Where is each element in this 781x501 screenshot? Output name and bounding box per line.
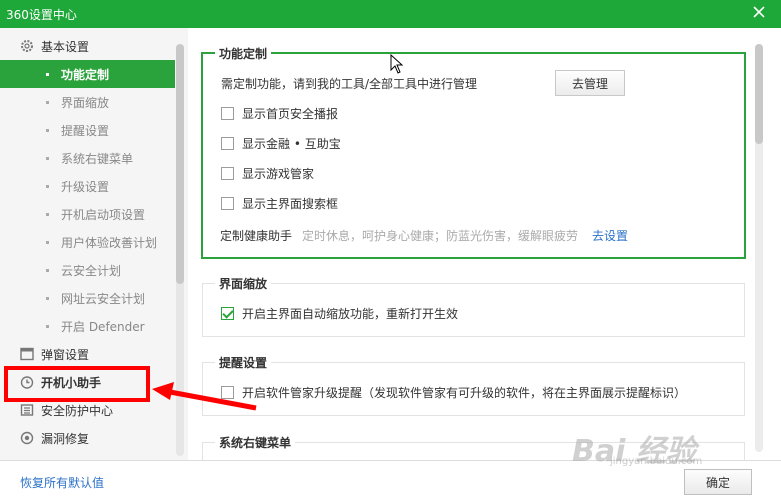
- sidebar-section-basic[interactable]: 基本设置: [0, 33, 175, 59]
- gear-icon: [21, 40, 33, 52]
- option-game-manager[interactable]: 显示游戏管家: [221, 165, 314, 182]
- title-bar: 360设置中心: [0, 0, 781, 28]
- ok-button[interactable]: 确定: [684, 469, 752, 495]
- main-scroll-thumb[interactable]: [755, 44, 763, 144]
- sidebar-item-label: 界面缩放: [61, 95, 110, 110]
- sidebar-item-ui-zoom[interactable]: 界面缩放: [0, 88, 175, 116]
- feature-custom-group: 功能定制 需定制功能，请到我的工具/全部工具中进行管理 去管理 显示首页安全播报…: [201, 45, 746, 259]
- bullet: [46, 156, 49, 160]
- sidebar-section-label: 安全防护中心: [41, 403, 114, 418]
- group-title: 界面缩放: [215, 275, 272, 292]
- checkbox[interactable]: [221, 107, 234, 120]
- sidebar-item-label: 系统右键菜单: [61, 151, 134, 166]
- bullet: [46, 212, 49, 216]
- building-icon: [20, 404, 34, 416]
- bullet: [46, 184, 49, 188]
- sidebar-item-feature-custom[interactable]: 功能定制: [0, 60, 175, 88]
- sidebar-section-popup[interactable]: 弹窗设置: [0, 341, 175, 367]
- option-label: 显示游戏管家: [242, 167, 315, 181]
- remind-group: 提醒设置 开启软件管家升级提醒（发现软件管家有可升级的软件，将在主界面展示提醒标…: [202, 354, 745, 416]
- sidebar-item-defender[interactable]: 开启 Defender: [0, 312, 175, 340]
- sidebar-item-label: 提醒设置: [61, 123, 110, 138]
- sidebar-item-label: 云安全计划: [61, 263, 122, 278]
- sidebar-item-url-cloud[interactable]: 网址云安全计划: [0, 284, 175, 312]
- health-settings-link[interactable]: 去设置: [592, 227, 628, 244]
- checkbox[interactable]: [221, 137, 234, 150]
- main-scrollbar[interactable]: [755, 44, 763, 452]
- shield-icon: [20, 431, 34, 445]
- option-search-box[interactable]: 显示主界面搜索框: [221, 195, 338, 212]
- restore-defaults-link[interactable]: 恢复所有默认值: [20, 474, 104, 491]
- checkbox[interactable]: [221, 167, 234, 180]
- option-label: 开启软件管家升级提醒（发现软件管家有可升级的软件，将在主界面展示提醒标识）: [242, 386, 687, 400]
- sidebar-item-label: 网址云安全计划: [61, 291, 146, 306]
- option-label: 显示金融 • 互助宝: [242, 137, 341, 151]
- bullet: [46, 72, 49, 76]
- sidebar-scroll-thumb[interactable]: [176, 44, 184, 284]
- group-title: 提醒设置: [215, 354, 272, 371]
- window-title: 360设置中心: [6, 8, 77, 22]
- checkbox-checked[interactable]: [221, 307, 234, 320]
- bullet: [46, 324, 49, 328]
- option-finance[interactable]: 显示金融 • 互助宝: [221, 135, 341, 152]
- bullet: [46, 128, 49, 132]
- sidebar-section-label: 漏洞修复: [41, 431, 90, 446]
- sidebar-item-upgrade[interactable]: 升级设置: [0, 172, 175, 200]
- settings-content: 功能定制 需定制功能，请到我的工具/全部工具中进行管理 去管理 显示首页安全播报…: [188, 28, 781, 482]
- sidebar-item-label: 功能定制: [61, 67, 110, 82]
- manage-button[interactable]: 去管理: [555, 70, 625, 96]
- health-label: 定制健康助手: [220, 229, 293, 243]
- option-label: 开启主界面自动缩放功能，重新打开生效: [242, 307, 459, 321]
- checkbox[interactable]: [221, 197, 234, 210]
- bullet: [46, 296, 49, 300]
- group-title: 功能定制: [215, 45, 272, 62]
- sidebar-item-label: 开机启动项设置: [61, 207, 146, 222]
- sidebar-section-vuln-fix[interactable]: 漏洞修复: [0, 425, 175, 451]
- sidebar-item-context-menu[interactable]: 系统右键菜单: [0, 144, 175, 172]
- sidebar-item-ux-plan[interactable]: 用户体验改善计划: [0, 228, 175, 256]
- annotation-arrow-icon: [152, 382, 257, 411]
- option-auto-zoom[interactable]: 开启主界面自动缩放功能，重新打开生效: [221, 305, 458, 322]
- bullet: [46, 100, 49, 104]
- bullet: [46, 268, 49, 272]
- option-label: 显示首页安全播报: [242, 107, 339, 121]
- annotation-highlight-box: [4, 366, 150, 402]
- mouse-cursor-icon: [390, 54, 404, 74]
- ui-zoom-group: 界面缩放 开启主界面自动缩放功能，重新打开生效: [202, 275, 745, 337]
- option-upgrade-remind[interactable]: 开启软件管家升级提醒（发现软件管家有可升级的软件，将在主界面展示提醒标识）: [221, 384, 686, 401]
- sidebar-item-label: 开启 Defender: [61, 319, 145, 334]
- sidebar-item-startup[interactable]: 开机启动项设置: [0, 200, 175, 228]
- sidebar-section-label: 弹窗设置: [41, 347, 90, 362]
- health-desc: 定时休息，呵护身心健康；防蓝光伤害，缓解眼疲劳: [302, 229, 579, 243]
- health-helper-row: 定制健康助手 定时休息，呵护身心健康；防蓝光伤害，缓解眼疲劳 去设置: [220, 227, 628, 244]
- watermark-url: jingyan.baidu.com: [610, 456, 703, 467]
- option-home-broadcast[interactable]: 显示首页安全播报: [221, 105, 338, 122]
- bullet: [46, 240, 49, 244]
- sidebar-item-label: 用户体验改善计划: [61, 235, 158, 250]
- sidebar-item-label: 升级设置: [61, 179, 110, 194]
- option-label: 显示主界面搜索框: [242, 197, 339, 211]
- sidebar-item-cloud-security[interactable]: 云安全计划: [0, 256, 175, 284]
- sidebar-section-label: 基本设置: [41, 39, 90, 54]
- close-icon[interactable]: [751, 4, 767, 20]
- custom-desc: 需定制功能，请到我的工具/全部工具中进行管理: [221, 77, 478, 91]
- sidebar-item-remind[interactable]: 提醒设置: [0, 116, 175, 144]
- group-title: 系统右键菜单: [215, 434, 296, 451]
- window-icon: [20, 347, 34, 361]
